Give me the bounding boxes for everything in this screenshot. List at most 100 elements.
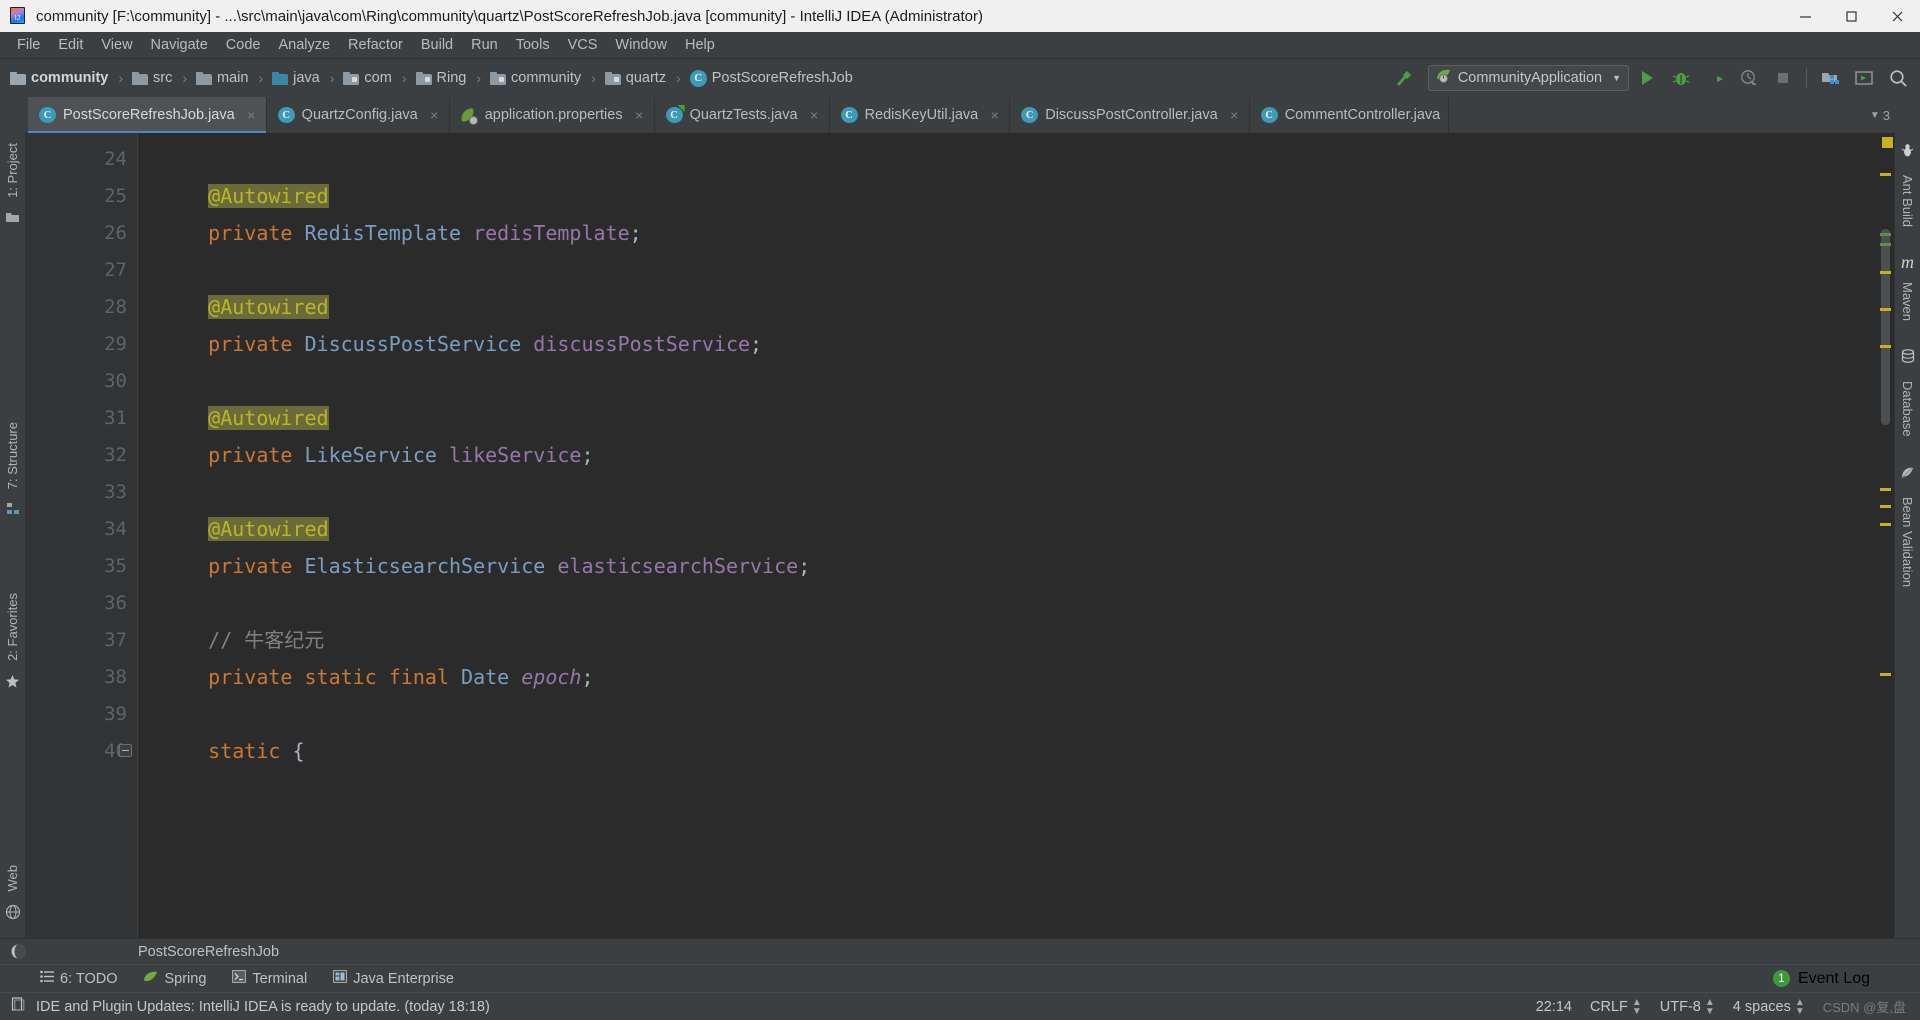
minimize-icon[interactable] [1782,0,1828,32]
editor-tab-quartztests[interactable]: C QuartzTests.java × [654,97,830,133]
editor-error-stripe[interactable] [1878,133,1894,938]
error-stripe-mark[interactable] [1880,673,1891,676]
editor-gutter[interactable]: 24 25 26 27 28 29 30 31 32 33 34 35 36 3… [26,133,138,938]
editor-tab-postscorerefreshjob[interactable]: C PostScoreRefreshJob.java × [28,97,267,133]
chevron-down-icon[interactable]: ▼ [1870,110,1880,121]
sidebar-item-bean-validation[interactable]: Bean Validation [1897,491,1918,593]
run-configuration-selector[interactable]: CommunityApplication ▼ [1427,65,1629,91]
search-everywhere-button[interactable] [1882,63,1914,93]
error-stripe-mark[interactable] [1880,505,1891,508]
folder-icon[interactable] [5,211,20,229]
error-stripe-mark[interactable] [1880,488,1891,491]
breadcrumb-item-quartz[interactable]: quartz [603,65,668,91]
menu-item-refactor[interactable]: Refactor [339,34,412,56]
navigation-bar: community › src › main › java › com › Ri… [0,59,1920,97]
window-title: community [F:\community] - ...\src\main\… [36,7,983,25]
breadcrumb-item-com[interactable]: com [341,65,393,91]
error-stripe-mark[interactable] [1880,345,1891,348]
profile-button[interactable] [1733,63,1765,93]
error-stripe-mark[interactable] [1880,243,1891,246]
menu-item-analyze[interactable]: Analyze [269,34,339,56]
build-hammer-icon[interactable] [1388,63,1420,93]
stop-button[interactable] [1767,63,1799,93]
sidebar-item-ant-build[interactable]: Ant Build [1897,169,1918,233]
editor-tab-discusspostcontroller[interactable]: C DiscussPostController.java × [1010,97,1250,133]
breadcrumb-item-src[interactable]: src [130,65,174,91]
line-separator-selector[interactable]: CRLF ▲ ▼ [1590,997,1642,1016]
indent-selector[interactable]: 4 spaces ▲ ▼ [1733,997,1805,1016]
sidebar-item-favorites[interactable]: 2: Favorites [2,587,23,667]
menu-item-view[interactable]: View [92,34,141,56]
error-stripe-mark[interactable] [1880,173,1891,176]
editor-tab-rediskeyutil[interactable]: C RedisKeyUtil.java × [829,97,1011,133]
breadcrumb-item-main[interactable]: main [194,65,250,91]
inspection-status-indicator[interactable] [1882,137,1893,148]
debug-button[interactable] [1665,63,1697,93]
bean-validation-icon[interactable] [1900,465,1915,485]
tool-window-todo[interactable]: 6: TODO [40,970,117,987]
web-globe-icon[interactable] [5,904,21,925]
menu-item-run[interactable]: Run [462,34,507,56]
error-stripe-mark[interactable] [1880,233,1891,236]
breadcrumb-item-community-pkg[interactable]: community [488,65,583,91]
tab-overflow-area[interactable]: ▼ 3 [1870,97,1920,133]
caret-position[interactable]: 22:14 [1536,999,1572,1015]
tab-close-icon[interactable]: × [633,107,646,123]
menu-item-build[interactable]: Build [412,34,462,56]
encoding-selector[interactable]: UTF-8 ▲ ▼ [1660,997,1715,1016]
sidebar-item-web[interactable]: Web [2,859,23,898]
console-button[interactable] [1848,63,1880,93]
tab-close-icon[interactable]: × [988,107,1001,123]
code-editor[interactable]: 24 25 26 27 28 29 30 31 32 33 34 35 36 3… [26,133,1894,938]
tool-window-spring[interactable]: Spring [143,970,206,988]
tab-close-icon[interactable]: × [245,107,258,123]
run-with-coverage-button[interactable] [1699,63,1731,93]
breadcrumb-class-label[interactable]: PostScoreRefreshJob [138,944,279,960]
breadcrumb-item-class[interactable]: C PostScoreRefreshJob [688,65,855,91]
error-stripe-mark[interactable] [1880,523,1891,526]
run-button[interactable] [1631,63,1663,93]
tab-close-icon[interactable]: × [1228,107,1241,123]
error-stripe-mark[interactable] [1880,308,1891,311]
event-log-label[interactable]: Event Log [1798,970,1870,988]
tool-window-terminal[interactable]: Terminal [232,970,307,987]
editor-tab-application-properties[interactable]: application.properties × [449,97,655,133]
code-content[interactable]: @Autowired private RedisTemplate redisTe… [138,133,1878,938]
chevron-down-icon[interactable]: ▼ [1612,73,1621,83]
sidebar-item-database[interactable]: Database [1897,375,1918,443]
maven-icon[interactable]: m [1901,253,1914,271]
error-stripe-mark[interactable] [1880,271,1891,274]
menu-item-tools[interactable]: Tools [507,34,559,56]
structure-icon[interactable] [6,502,20,520]
menu-item-vcs[interactable]: VCS [559,34,607,56]
tab-close-icon[interactable]: × [808,107,821,123]
sidebar-item-maven[interactable]: Maven [1897,276,1918,327]
notification-icon[interactable] [10,996,26,1017]
menu-item-help[interactable]: Help [676,34,724,56]
sidebar-item-structure[interactable]: 7: Structure [2,416,23,495]
editor-tab-commentcontroller[interactable]: C CommentController.java [1249,97,1450,133]
navigate-globe-icon[interactable] [10,943,28,961]
menu-item-navigate[interactable]: Navigate [142,34,217,56]
breadcrumb-item-java[interactable]: java [270,65,322,91]
editor-tab-quartzconfig[interactable]: C QuartzConfig.java × [266,97,450,133]
close-icon[interactable] [1874,0,1920,32]
status-message[interactable]: IDE and Plugin Updates: IntelliJ IDEA is… [36,999,490,1015]
tab-close-icon[interactable]: × [428,107,441,123]
menu-item-file[interactable]: File [8,34,49,56]
code-fold-toggle[interactable] [119,744,132,757]
maximize-icon[interactable] [1828,0,1874,32]
menu-item-edit[interactable]: Edit [49,34,92,56]
sidebar-item-project[interactable]: 1: Project [2,137,23,204]
event-log-area[interactable]: 1 Event Log [1772,970,1920,988]
menu-item-window[interactable]: Window [606,34,676,56]
database-icon[interactable] [1901,349,1915,369]
tool-window-java-enterprise[interactable]: Java Enterprise [333,970,454,987]
project-structure-button[interactable] [1814,63,1846,93]
ant-build-icon[interactable] [1900,143,1915,163]
star-icon[interactable] [5,674,20,694]
breadcrumb-item-community[interactable]: community [8,65,110,91]
breadcrumb-item-ring[interactable]: Ring [414,65,469,91]
editor-scrollbar-thumb[interactable] [1881,229,1890,425]
menu-item-code[interactable]: Code [217,34,270,56]
